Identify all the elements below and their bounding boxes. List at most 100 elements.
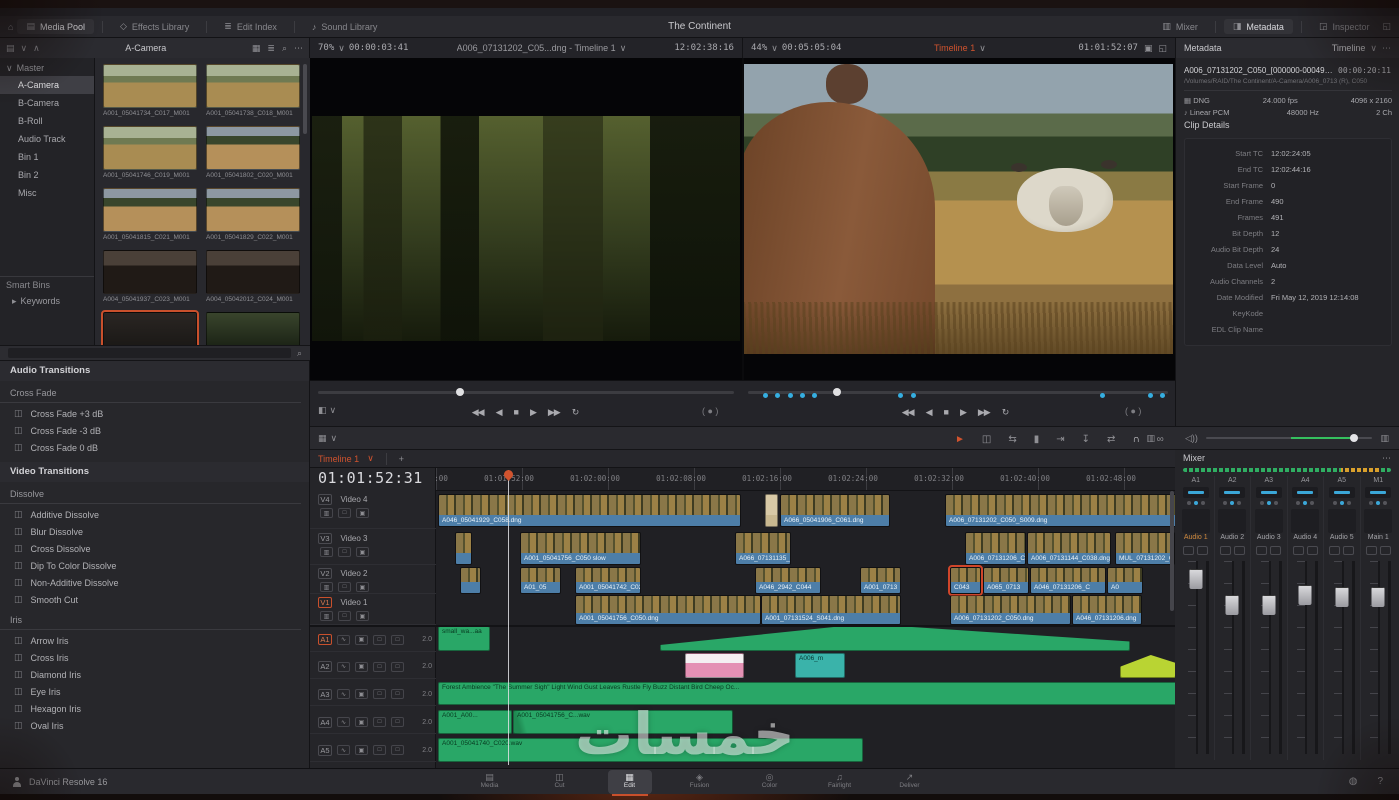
program-zoom-level[interactable]: 44% xyxy=(751,43,767,54)
track-record-arm-icon[interactable]: ∿ xyxy=(337,689,350,699)
stop-button[interactable]: ■ xyxy=(514,407,518,417)
video-clip[interactable]: A001_05041756_C050.dng xyxy=(575,595,761,625)
video-audio-divider[interactable] xyxy=(310,625,1178,627)
stop-button[interactable]: ■ xyxy=(944,407,948,417)
video-transition-item[interactable]: ◫ Smooth Cut xyxy=(0,591,309,608)
metadata-preset-chevron-icon[interactable]: ∨ xyxy=(1370,43,1377,54)
dissolve-group-label[interactable]: Dissolve xyxy=(0,484,301,504)
strip-label[interactable]: Audio 4 xyxy=(1293,534,1317,546)
media-pool-toggle[interactable]: ▤ Media Pool xyxy=(17,19,94,34)
source-jog-icon[interactable]: ( ● ) xyxy=(702,406,718,416)
video-track-header[interactable]: V4 Video 4 ▥ □ ▣ xyxy=(310,492,436,529)
inspector-toggle[interactable]: ◲ Inspector xyxy=(1310,19,1379,34)
strip-effects-slot[interactable] xyxy=(1182,509,1210,533)
track-record-arm-icon[interactable]: ∿ xyxy=(337,635,350,645)
fader-handle[interactable] xyxy=(1262,595,1275,615)
play-button[interactable]: ▶ xyxy=(530,407,536,418)
strip-solo-button[interactable] xyxy=(1270,546,1281,555)
strip-mute-button[interactable] xyxy=(1220,546,1231,555)
strip-knobs[interactable] xyxy=(1223,498,1241,508)
strip-mute-button[interactable] xyxy=(1329,546,1340,555)
strip-effects-slot[interactable] xyxy=(1364,509,1392,533)
audio-track-header[interactable]: A5 ∿ ▣ □ □ 2.0 xyxy=(310,737,436,762)
timeline-marker-dot[interactable] xyxy=(1148,393,1153,398)
strip-effects-slot[interactable] xyxy=(1291,509,1319,533)
current-bin-label[interactable]: A-Camera xyxy=(125,43,166,53)
replace-clip-icon[interactable]: ⇄ xyxy=(1107,434,1115,445)
video-clip[interactable] xyxy=(455,532,472,565)
video-clip[interactable] xyxy=(460,567,481,594)
timeline-marker-dot[interactable] xyxy=(775,393,780,398)
add-timeline-icon[interactable]: + xyxy=(399,454,404,464)
detail-value[interactable]: 12:02:24:05 xyxy=(1271,149,1311,158)
program-scrub-handle[interactable] xyxy=(833,388,841,396)
program-timecode[interactable]: 01:01:52:07 xyxy=(1078,43,1138,53)
page-fusion[interactable]: ◈ Fusion xyxy=(678,770,722,794)
timeline-view-options-icon[interactable]: ▦ ∨ xyxy=(318,433,337,444)
help-icon[interactable]: ? xyxy=(1377,776,1383,787)
effects-search-icon[interactable]: ⌕ xyxy=(297,348,302,359)
strip-effects-slot[interactable] xyxy=(1218,509,1246,533)
step-back-button[interactable]: ◀ xyxy=(496,407,502,418)
strip-mute-button[interactable] xyxy=(1256,546,1267,555)
audio-clip[interactable]: A001_A00... xyxy=(438,710,512,734)
strip-label[interactable]: Main 1 xyxy=(1368,534,1389,546)
timeline-marker-dot[interactable] xyxy=(800,393,805,398)
play-button[interactable]: ▶ xyxy=(960,407,966,418)
track-autoselect-icon[interactable]: ▣ xyxy=(356,611,369,621)
page-fairlight[interactable]: ♫ Fairlight xyxy=(818,770,862,794)
video-clip[interactable]: A001_05041742_C023 xyxy=(575,567,641,594)
source-zoom-chevron-icon[interactable]: ∨ xyxy=(338,43,345,54)
detail-value[interactable]: Auto xyxy=(1271,261,1286,270)
track-mute-icon[interactable]: □ xyxy=(391,689,404,699)
video-transition-item[interactable]: ◫ Cross Dissolve xyxy=(0,540,309,557)
track-mute-icon[interactable]: □ xyxy=(391,745,404,755)
detail-value[interactable]: 12:02:44:16 xyxy=(1271,165,1311,174)
step-back-button[interactable]: ◀ xyxy=(926,407,932,418)
track-id-badge[interactable]: A4 xyxy=(318,717,332,728)
track-enable-icon[interactable]: ▥ xyxy=(320,582,333,592)
strip-solo-button[interactable] xyxy=(1380,546,1391,555)
media-clip[interactable]: A001_05041738_C018_M001 xyxy=(206,64,302,124)
strip-label[interactable]: Audio 2 xyxy=(1220,534,1244,546)
bin-item[interactable]: B-Camera xyxy=(0,94,94,112)
video-clip[interactable]: A065_0713 xyxy=(983,567,1029,594)
audio-clip[interactable]: A001_05041740_C020.wav xyxy=(438,738,863,762)
track-lock-icon[interactable]: □ xyxy=(338,611,351,621)
expand-viewer-icon[interactable]: ◱ xyxy=(1158,43,1167,54)
strip-knobs[interactable] xyxy=(1369,498,1387,508)
page-edit[interactable]: ▦ Edit xyxy=(608,770,652,794)
track-solo-icon[interactable]: □ xyxy=(373,717,386,727)
bin-item[interactable]: Misc xyxy=(0,184,94,202)
next-clip-button[interactable]: ▶▶ xyxy=(548,407,560,418)
video-transition-item[interactable]: ◫ Dip To Color Dissolve xyxy=(0,557,309,574)
thumbnail-view-icon[interactable]: ▦ xyxy=(252,43,261,54)
video-clip[interactable]: A01_05 xyxy=(520,567,561,594)
audio-track-header[interactable]: A3 ∿ ▣ □ □ 2.0 xyxy=(310,681,436,706)
overwrite-clip-icon[interactable]: ↧ xyxy=(1082,434,1090,445)
detail-value[interactable]: 490 xyxy=(1271,197,1284,206)
track-enable-icon[interactable]: ▥ xyxy=(320,611,333,621)
strip-solo-button[interactable] xyxy=(1197,546,1208,555)
video-clip[interactable]: A046_07131206_C xyxy=(1030,567,1106,594)
video-transition-item[interactable]: ◫ Oval Iris xyxy=(0,717,309,734)
user-icon[interactable] xyxy=(12,777,22,787)
strip-label[interactable]: Audio 3 xyxy=(1257,534,1281,546)
track-autoselect-icon[interactable]: ▣ xyxy=(356,547,369,557)
track-id-badge[interactable]: V1 xyxy=(318,597,332,608)
bin-item[interactable]: Audio Track xyxy=(0,130,94,148)
video-clip[interactable]: A0 xyxy=(1107,567,1143,594)
project-manager-icon[interactable]: ⌂ xyxy=(8,22,13,32)
source-scrub-bar[interactable] xyxy=(318,391,734,394)
notifications-icon[interactable]: ◍ xyxy=(1349,776,1358,787)
blade-edit-mode-icon[interactable]: ▮ xyxy=(1034,434,1040,445)
video-clip[interactable]: A046_05041929_C058.dng xyxy=(438,494,741,527)
track-mute-icon[interactable]: □ xyxy=(391,717,404,727)
search-icon[interactable]: ⌕ xyxy=(282,43,287,54)
track-autoselect-icon[interactable]: ▣ xyxy=(355,745,368,755)
video-clip[interactable]: A006_07131144_C038.dng xyxy=(1027,532,1111,565)
timeline-marker-dot[interactable] xyxy=(911,393,916,398)
strip-fader[interactable] xyxy=(1361,559,1397,760)
bin-chevron-icon[interactable]: ∨ xyxy=(21,43,28,54)
track-enable-icon[interactable]: ▥ xyxy=(320,547,333,557)
